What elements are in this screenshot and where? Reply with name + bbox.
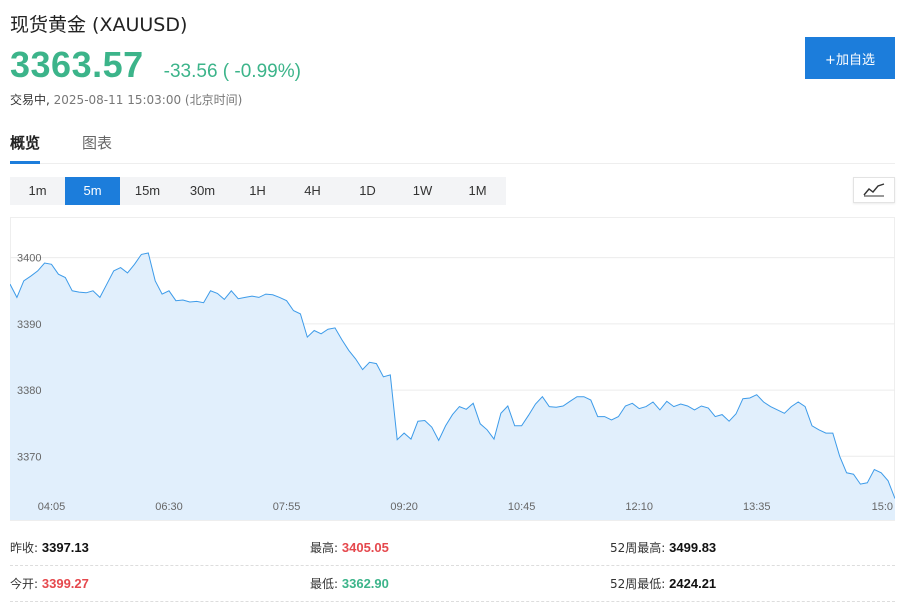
stat-label: 最低: (310, 577, 339, 591)
stat-value: 3399.27 (41, 576, 89, 591)
x-tick-label: 06:30 (155, 501, 183, 513)
stat-value: 3362.90 (341, 576, 389, 591)
x-tick-label: 10:45 (508, 501, 536, 513)
page-title: 现货黄金 (XAUUSD) (10, 14, 188, 36)
tab-bar: 概览 图表 (10, 128, 895, 164)
stat-52w-low: 52周最低: 2424.21 (610, 575, 716, 592)
interval-selector: 1m 5m 15m 30m 1H 4H 1D 1W 1M (10, 177, 506, 205)
interval-15m[interactable]: 15m (120, 177, 175, 205)
stat-value: 3405.05 (341, 540, 389, 555)
y-tick-label: 3380 (17, 385, 41, 397)
add-watchlist-button[interactable]: +加自选 (805, 37, 895, 79)
stat-label: 昨收: (10, 541, 39, 555)
stat-low: 最低: 3362.90 (310, 575, 389, 592)
trading-status: 交易中, 2025-08-11 15:03:00 (北京时间) (10, 91, 242, 108)
stats-row: 昨收: 3397.13 最高: 3405.05 52周最高: 3499.83 (10, 530, 895, 566)
stats-row: 今开: 3399.27 最低: 3362.90 52周最低: 2424.21 (10, 566, 895, 602)
price-chart-svg: 3400 3390 3380 3370 04:05 06:30 07:55 09:20 10:4… (9, 217, 896, 521)
stat-52w-high: 52周最高: 3499.83 (610, 539, 716, 556)
x-tick-label: 07:55 (273, 501, 301, 513)
interval-1d[interactable]: 1D (340, 177, 395, 205)
chart-type-button[interactable] (853, 177, 895, 203)
stat-high: 最高: 3405.05 (310, 539, 389, 556)
price-chart[interactable]: 3400 3390 3380 3370 04:05 06:30 07:55 09:20 10:4… (9, 217, 896, 521)
x-tick-label: 15:0 (872, 501, 893, 513)
tab-chart[interactable]: 图表 (82, 132, 112, 161)
interval-4h[interactable]: 4H (285, 177, 340, 205)
x-tick-label: 13:35 (743, 501, 771, 513)
interval-1m[interactable]: 1m (10, 177, 65, 205)
stat-label: 最高: (310, 541, 339, 555)
stat-value: 3397.13 (41, 540, 89, 555)
x-tick-label: 09:20 (390, 501, 418, 513)
stat-label: 52周最高: (610, 541, 666, 555)
x-tick-label: 04:05 (38, 501, 66, 513)
line-chart-icon (863, 183, 885, 197)
current-price: 3363.57 (10, 44, 144, 85)
status-label: 交易中, (10, 93, 50, 107)
stats-table: 昨收: 3397.13 最高: 3405.05 52周最高: 3499.83 今… (10, 530, 895, 602)
price-row: 3363.57 -33.56 ( -0.99%) (10, 44, 301, 86)
stat-open: 今开: 3399.27 (10, 575, 89, 592)
interval-1w[interactable]: 1W (395, 177, 450, 205)
tab-overview[interactable]: 概览 (10, 132, 41, 164)
stat-prev-close: 昨收: 3397.13 (10, 539, 89, 556)
interval-30m[interactable]: 30m (175, 177, 230, 205)
interval-1h[interactable]: 1H (230, 177, 285, 205)
y-tick-label: 3400 (17, 253, 41, 265)
stat-value: 3499.83 (669, 540, 717, 555)
stat-label: 52周最低: (610, 577, 666, 591)
y-tick-label: 3390 (17, 319, 41, 331)
stat-label: 今开: (10, 577, 39, 591)
interval-5m[interactable]: 5m (65, 177, 120, 205)
price-change: -33.56 ( -0.99%) (163, 61, 301, 82)
y-tick-label: 3370 (17, 451, 41, 463)
stat-value: 2424.21 (669, 576, 717, 591)
status-time: 2025-08-11 15:03:00 (北京时间) (53, 93, 243, 107)
interval-1mo[interactable]: 1M (450, 177, 505, 205)
x-tick-label: 12:10 (625, 501, 653, 513)
